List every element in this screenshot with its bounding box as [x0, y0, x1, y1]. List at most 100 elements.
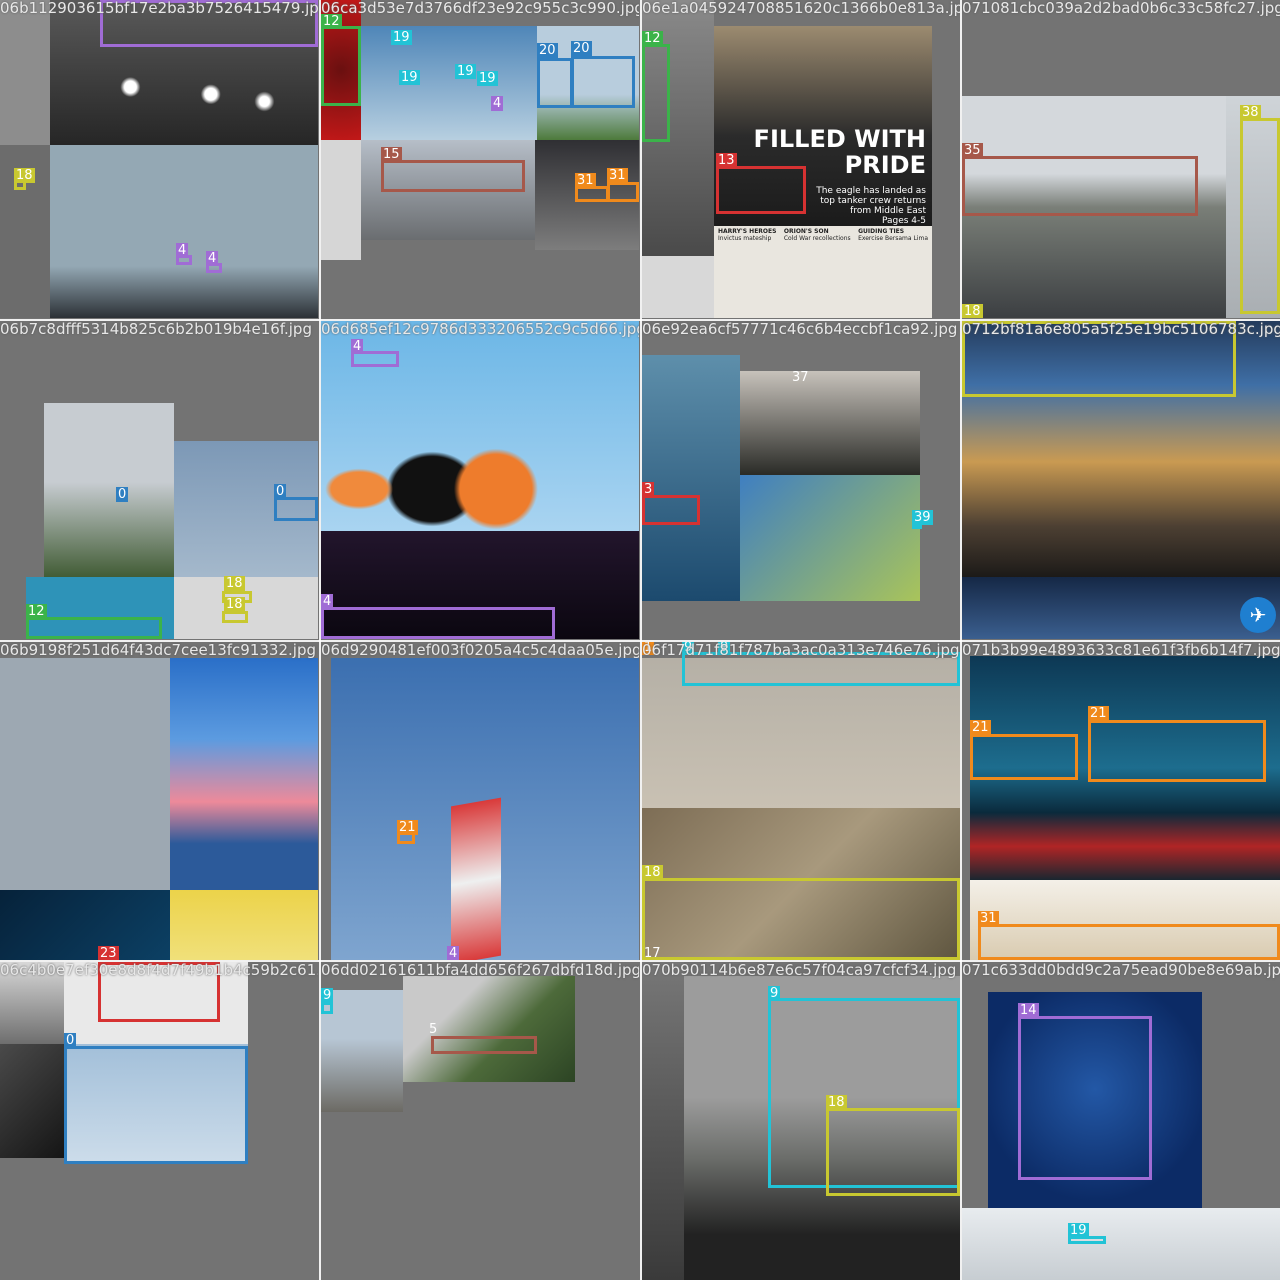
detection-label: 4 — [491, 96, 504, 111]
detection-label: 4 — [447, 946, 460, 960]
detection-label: 15 — [381, 147, 402, 162]
detection-box — [571, 56, 635, 108]
detection-label: 21 — [397, 820, 418, 835]
detection-box — [1240, 118, 1280, 314]
detection-label: 20 — [571, 41, 592, 56]
detection-box — [64, 1046, 248, 1164]
magazine-index: HARRY'S HEROES Invictus mateship ORION'S … — [718, 228, 928, 242]
detection-box — [716, 166, 806, 214]
detection-box — [642, 44, 670, 142]
detection-box — [607, 182, 639, 202]
detection-label: 0 — [64, 1033, 77, 1048]
image-patch — [740, 475, 920, 601]
mosaic-tile: 14 19 071c633dd0bdd9c2a75ead90be8e69ab.j… — [962, 962, 1280, 1280]
detection-box — [575, 186, 609, 202]
headline-line-1: FILLED WITH — [753, 125, 926, 153]
detection-label: 4 — [206, 251, 219, 266]
detection-box — [1018, 1016, 1152, 1180]
detection-label: 31 — [575, 173, 596, 188]
image-patch — [170, 890, 318, 960]
detection-label: 0 — [116, 487, 129, 502]
mosaic-tile: 9 5 06dd02161611bfa4dd656f267dbfd18d.jpg — [321, 962, 639, 1280]
image-patch — [740, 371, 920, 475]
detection-box — [978, 924, 1280, 960]
tile-filename: 06b9198f251d64f43dc7cee13fc91332.jpg — [0, 642, 316, 659]
tile-filename: 06d9290481ef003f0205a4c5c4daa05e.jpg — [321, 642, 639, 659]
detection-label: 39 — [912, 510, 933, 525]
detection-label: 3 — [642, 482, 655, 497]
detection-box — [970, 734, 1078, 780]
detection-box — [321, 26, 361, 106]
detection-label: 21 — [970, 720, 991, 735]
detection-label: 4 — [176, 243, 189, 258]
detection-label: 19 — [1068, 1223, 1089, 1238]
detection-box — [381, 160, 525, 192]
magazine-subhead: The eagle has landed as top tanker crew … — [806, 186, 926, 226]
detection-label: 18 — [224, 576, 245, 591]
detection-label: 18 — [14, 168, 35, 183]
detection-label: 12 — [26, 604, 47, 619]
image-patch — [642, 256, 714, 318]
index-title: HARRY'S HEROES — [718, 228, 777, 235]
detection-box — [26, 617, 162, 639]
detection-label: 18 — [826, 1095, 847, 1110]
image-patch — [170, 658, 318, 890]
index-item: ORION'S SON Cold War recollections — [784, 228, 851, 242]
mosaic-tile: 18 4 4 06b112903615bf17e2ba3b7526415479.… — [0, 0, 318, 318]
index-item: GUIDING TIES Exercise Bersama Lima — [858, 228, 928, 242]
detection-label: 4 — [351, 339, 364, 354]
detection-label: 38 — [1240, 105, 1261, 120]
subhead-text: The eagle has landed as top tanker crew … — [816, 186, 926, 216]
detection-label: 19 — [455, 64, 476, 79]
detection-label: 19 — [477, 71, 498, 86]
detection-box — [431, 1036, 537, 1054]
detection-label: 12 — [642, 31, 663, 46]
mosaic-tile: 0 06c4b0e7ef30e8d8f4d7f49b1b4c59b2c61.jp… — [0, 962, 318, 1280]
image-patch — [174, 577, 318, 639]
detection-label: 9 — [768, 986, 781, 1001]
mosaic-tile: FILLED WITH PRIDE The eagle has landed as… — [642, 0, 960, 318]
tile-filename: 06b7c8dfff5314b825c6b2b019b4e16f.jpg — [0, 321, 312, 338]
detection-box — [222, 611, 248, 623]
detection-label: 18 — [962, 304, 983, 318]
index-title: GUIDING TIES — [858, 228, 905, 235]
tile-filename: 06e1a045924708851620c1366b0e813a.jpg — [642, 0, 960, 17]
detection-label: 31 — [607, 168, 628, 183]
detection-box — [826, 1108, 960, 1196]
subhead-pages: Pages 4-5 — [881, 216, 926, 226]
tile-filename: 071c633dd0bdd9c2a75ead90be8e69ab.jpg — [962, 962, 1280, 979]
image-patch — [0, 0, 50, 145]
image-patch — [0, 1044, 64, 1158]
mosaic-tile: 23 06b9198f251d64f43dc7cee13fc91332.jpg — [0, 642, 318, 960]
detection-box — [962, 156, 1198, 216]
detection-box — [642, 495, 700, 525]
tile-filename: 06c4b0e7ef30e8d8f4d7f49b1b4c59b2c61.jpg — [0, 962, 318, 979]
detection-label: 18 — [224, 597, 245, 612]
detection-label: 0 — [274, 484, 287, 499]
image-patch — [962, 1208, 1280, 1280]
mosaic-grid: 18 4 4 06b112903615bf17e2ba3b7526415479.… — [0, 0, 1280, 1280]
detection-label: 9 — [321, 988, 334, 1003]
image-patch — [44, 403, 174, 579]
image-patch — [50, 145, 318, 318]
index-title: ORION'S SON — [783, 228, 829, 235]
index-item: HARRY'S HEROES Invictus mateship — [718, 228, 776, 242]
image-patch — [451, 797, 501, 960]
image-patch — [962, 577, 1280, 639]
mosaic-tile: 9 18 070b90114b6e87e6c57f04ca97cfcf34.jp… — [642, 962, 960, 1280]
detection-label: 18 — [642, 865, 663, 880]
tile-filename: 0712bf81a6e805a5f25e19bc5106783c.jpg — [962, 321, 1280, 338]
detection-label: 21 — [1088, 706, 1109, 721]
detection-label: 13 — [716, 153, 737, 168]
image-patch — [642, 962, 684, 1280]
detection-label: 17 — [644, 946, 661, 960]
detection-label: 23 — [98, 946, 119, 960]
mosaic-tile: ✈ 0712bf81a6e805a5f25e19bc5106783c.jpg — [962, 321, 1280, 639]
mosaic-tile: 35 38 18 071081cbc039a2d2bad0b6c33c58fc2… — [962, 0, 1280, 318]
mosaic-tile: 37 3 39 06e92ea6cf57771c46c6b4eccbf1ca92… — [642, 321, 960, 639]
detection-box — [537, 58, 573, 108]
image-patch — [321, 140, 361, 260]
headline-line-2: PRIDE — [844, 151, 926, 179]
image-patch — [361, 26, 537, 140]
mosaic-tile: 12 19 19 19 19 4 20 20 15 31 31 06ca3d53… — [321, 0, 639, 318]
